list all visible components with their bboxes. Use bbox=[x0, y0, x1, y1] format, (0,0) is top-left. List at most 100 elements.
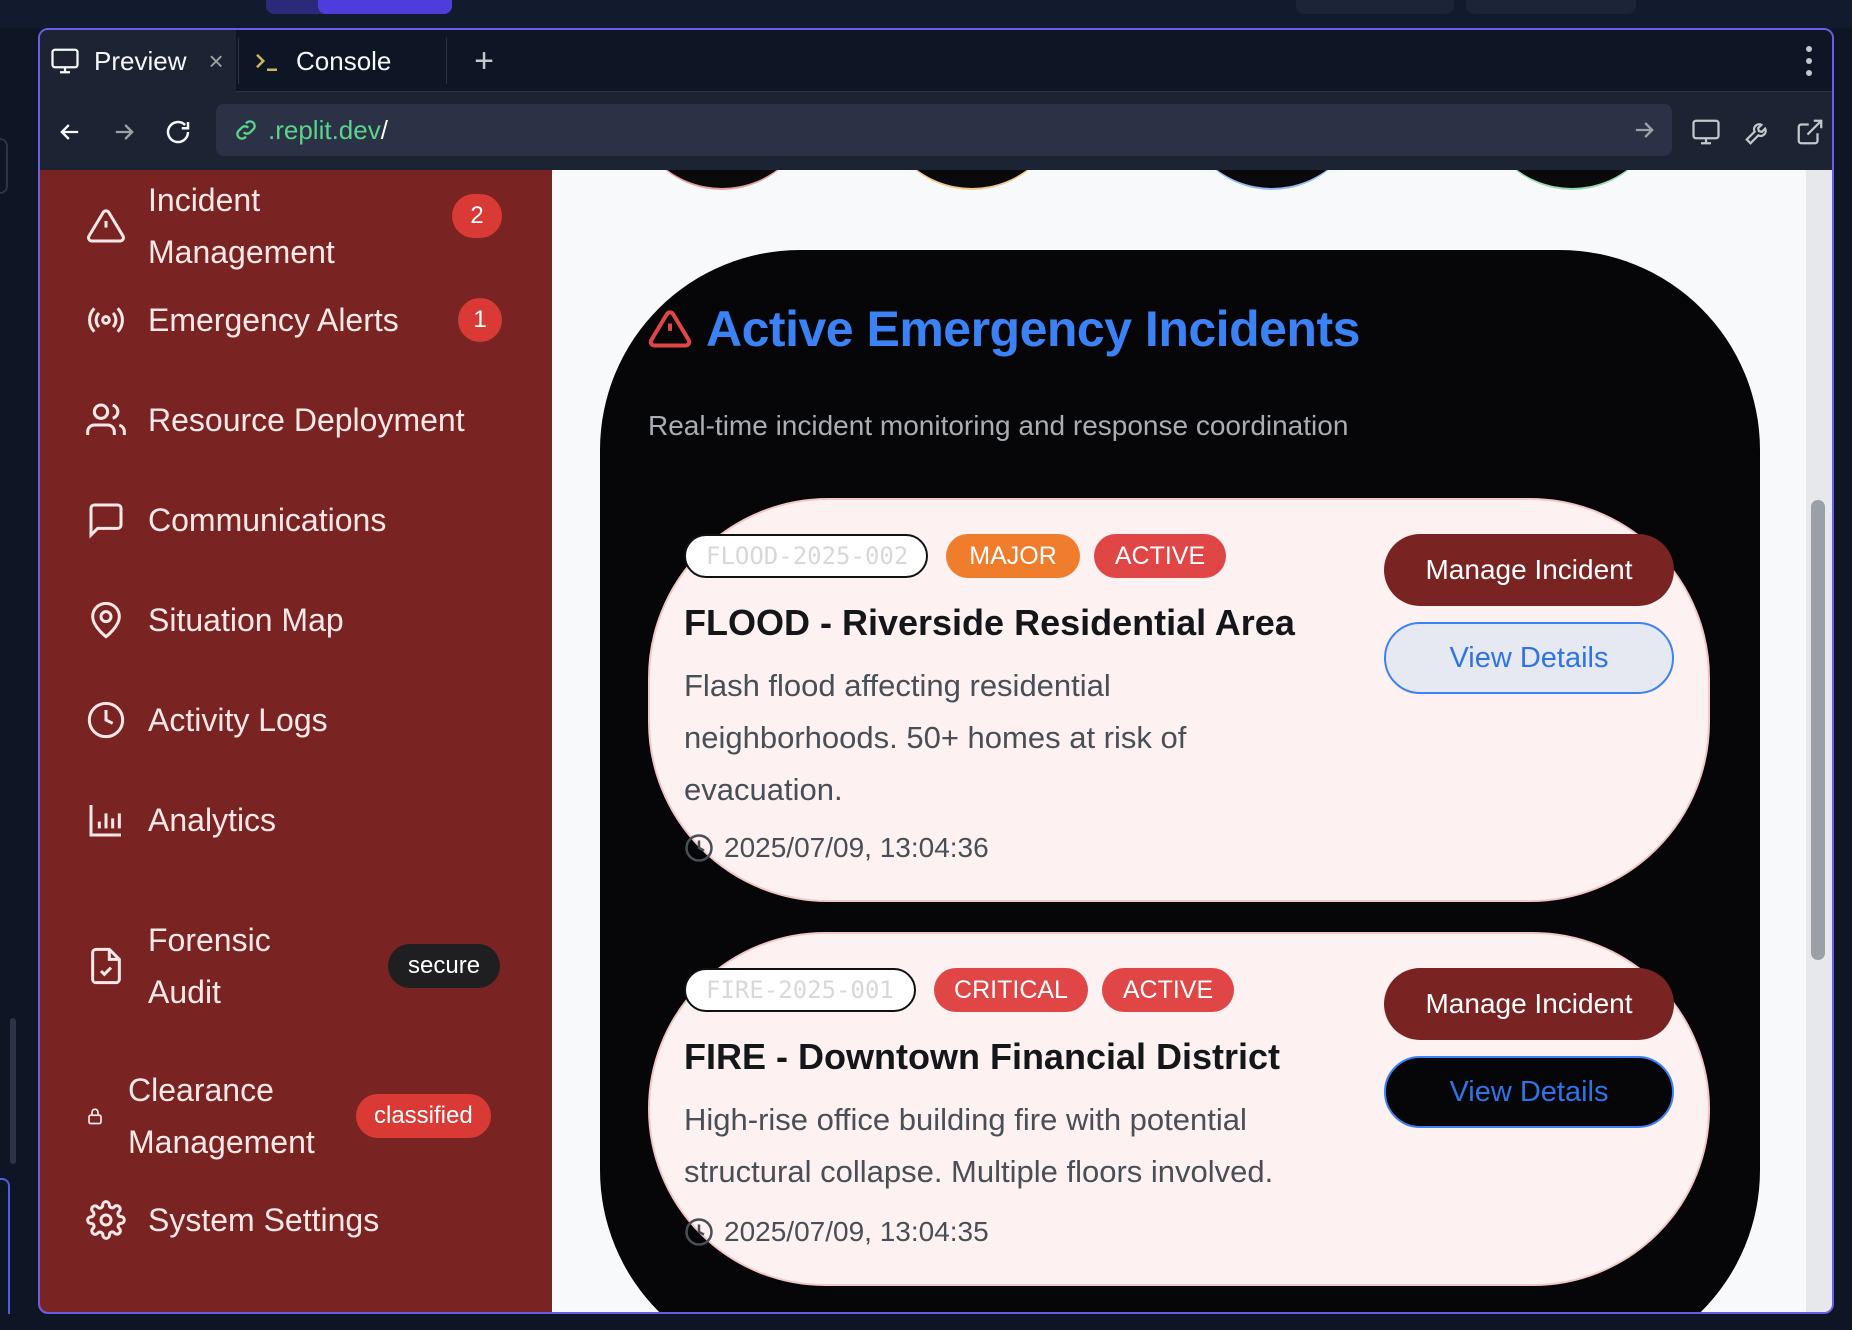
bar-chart-icon bbox=[89, 805, 121, 837]
back-button[interactable] bbox=[50, 112, 90, 152]
sidebar-item-label: Audit bbox=[148, 974, 221, 1010]
workspace-toolbar-item[interactable] bbox=[1296, 0, 1454, 14]
sidebar-item-forensic-audit[interactable]: Forensic Audit bbox=[86, 914, 271, 1018]
open-new-window-button[interactable] bbox=[1790, 112, 1830, 152]
url-path: / bbox=[380, 114, 388, 145]
incident-description: High-rise office building fire with pote… bbox=[684, 1094, 1404, 1198]
alert-count-badge: 1 bbox=[458, 298, 502, 342]
manage-incident-button[interactable]: Manage Incident bbox=[1384, 968, 1674, 1040]
main-content: Active Emergency Incidents Real-time inc… bbox=[552, 170, 1806, 1312]
alert-triangle-icon bbox=[87, 209, 125, 243]
file-check-icon bbox=[91, 947, 121, 985]
map-pin-icon bbox=[91, 601, 121, 639]
incidents-panel: Active Emergency Incidents Real-time inc… bbox=[600, 250, 1760, 1312]
url-toolbar: .replit.dev / bbox=[40, 92, 1832, 170]
timestamp-text: 2025/07/09, 13:04:35 bbox=[724, 1216, 989, 1247]
incident-title: FLOOD - Riverside Residential Area bbox=[684, 602, 1295, 643]
sidebar-item-label: Emergency Alerts bbox=[148, 302, 399, 338]
tab-console[interactable]: Console bbox=[246, 30, 406, 92]
device-preview-button[interactable] bbox=[1686, 112, 1726, 152]
scrollbar-thumb[interactable] bbox=[1811, 500, 1825, 960]
monitor-icon bbox=[51, 48, 79, 74]
external-link-icon bbox=[1797, 119, 1823, 145]
reload-button[interactable] bbox=[158, 112, 198, 152]
description-line: structural collapse. Multiple floors inv… bbox=[684, 1154, 1274, 1189]
alert-triangle-icon bbox=[648, 310, 692, 348]
message-square-icon bbox=[89, 503, 123, 539]
secure-badge: secure bbox=[388, 944, 501, 988]
sidebar-item-label: Forensic bbox=[148, 922, 271, 958]
sidebar-item-label: Communications bbox=[148, 502, 387, 538]
status-badge: ACTIVE bbox=[1102, 968, 1234, 1012]
incident-description: Flash flood affecting residential neighb… bbox=[684, 660, 1384, 816]
rail-scrollbar[interactable] bbox=[10, 1018, 16, 1164]
more-options-icon[interactable] bbox=[1804, 44, 1814, 78]
gear-icon bbox=[86, 1200, 126, 1240]
sidebar-item-emergency-alerts[interactable]: Emergency Alerts bbox=[86, 294, 399, 346]
manage-incident-button[interactable]: Manage Incident bbox=[1384, 534, 1674, 606]
devtools-button[interactable] bbox=[1738, 112, 1778, 152]
incident-card: FLOOD-2025-002 MAJOR ACTIVE FLOOD - Rive… bbox=[648, 498, 1710, 902]
view-details-button[interactable]: View Details bbox=[1384, 622, 1674, 694]
tab-divider bbox=[446, 38, 447, 84]
preview-pane: Preview × Console + .replit.dev / Incide… bbox=[38, 28, 1834, 1314]
sidebar-item-incident-management[interactable]: Incident Management bbox=[86, 174, 335, 278]
sidebar-item-clearance-management[interactable]: Clearance Management bbox=[86, 1064, 315, 1168]
arrow-right-icon bbox=[115, 124, 134, 140]
sidebar-item-label: Activity Logs bbox=[148, 702, 328, 738]
incident-title: FIRE - Downtown Financial District bbox=[684, 1036, 1281, 1077]
view-details-button[interactable]: View Details bbox=[1384, 1056, 1674, 1128]
app-viewport: Incident Management 2 Emergency Alerts 1… bbox=[40, 170, 1832, 1312]
sidebar-item-label: Management bbox=[128, 1124, 315, 1160]
sidebar-item-system-settings[interactable]: System Settings bbox=[86, 1194, 379, 1246]
sidebar-item-label: Clearance bbox=[128, 1072, 274, 1108]
sidebar-item-communications[interactable]: Communications bbox=[86, 494, 386, 546]
radio-broadcast-icon bbox=[88, 307, 124, 333]
refresh-icon bbox=[166, 120, 190, 144]
stat-card bbox=[1482, 170, 1662, 190]
description-line: neighborhoods. 50+ homes at risk of bbox=[684, 720, 1187, 755]
url-input[interactable]: .replit.dev / bbox=[216, 104, 1672, 156]
incident-count-badge: 2 bbox=[452, 194, 502, 238]
workspace-left-rail bbox=[0, 28, 38, 1330]
stat-card bbox=[1182, 170, 1362, 190]
sidebar-item-resource-deployment[interactable]: Resource Deployment bbox=[86, 394, 465, 446]
terminal-icon bbox=[256, 53, 277, 71]
sidebar-item-label: Resource Deployment bbox=[148, 402, 465, 438]
users-icon bbox=[86, 403, 126, 435]
description-line: evacuation. bbox=[684, 772, 843, 807]
rail-panel-edge bbox=[0, 1178, 10, 1328]
severity-badge: MAJOR bbox=[946, 534, 1080, 578]
pane-tabbar: Preview × Console + bbox=[40, 30, 1832, 92]
lock-icon bbox=[88, 1108, 102, 1125]
incident-card: FIRE-2025-001 CRITICAL ACTIVE FIRE - Dow… bbox=[648, 932, 1710, 1286]
close-icon[interactable]: × bbox=[208, 46, 223, 77]
sidebar-item-activity-logs[interactable]: Activity Logs bbox=[86, 694, 328, 746]
link-icon bbox=[236, 120, 256, 140]
tab-divider bbox=[238, 38, 239, 84]
clock-icon bbox=[685, 1218, 713, 1246]
forward-button[interactable] bbox=[104, 112, 144, 152]
sidebar-item-situation-map[interactable]: Situation Map bbox=[86, 594, 344, 646]
sidebar-item-label: Situation Map bbox=[148, 602, 344, 638]
clock-icon bbox=[685, 834, 713, 862]
workspace-tab-indicator-active[interactable] bbox=[318, 0, 452, 14]
incident-timestamp: 2025/07/09, 13:04:35 bbox=[684, 1216, 989, 1248]
sidebar-item-label: Incident bbox=[148, 182, 261, 218]
arrow-left-icon bbox=[60, 124, 79, 140]
wrench-icon bbox=[1745, 123, 1767, 145]
severity-badge: CRITICAL bbox=[934, 968, 1088, 1012]
tab-label: Console bbox=[296, 45, 392, 76]
sidebar: Incident Management 2 Emergency Alerts 1… bbox=[40, 170, 552, 1312]
clock-icon bbox=[87, 701, 125, 739]
panel-subtitle: Real-time incident monitoring and respon… bbox=[648, 410, 1349, 441]
sidebar-item-label: System Settings bbox=[148, 1202, 380, 1238]
description-line: High-rise office building fire with pote… bbox=[684, 1102, 1247, 1137]
tab-preview[interactable]: Preview × bbox=[40, 30, 236, 92]
incident-timestamp: 2025/07/09, 13:04:36 bbox=[684, 832, 989, 864]
sidebar-item-analytics[interactable]: Analytics bbox=[86, 794, 276, 846]
new-tab-button[interactable]: + bbox=[458, 38, 510, 84]
arrow-right-icon[interactable] bbox=[1630, 116, 1658, 144]
workspace-toolbar-item[interactable] bbox=[1466, 0, 1636, 14]
workspace-bottom-strip bbox=[0, 1314, 1852, 1330]
